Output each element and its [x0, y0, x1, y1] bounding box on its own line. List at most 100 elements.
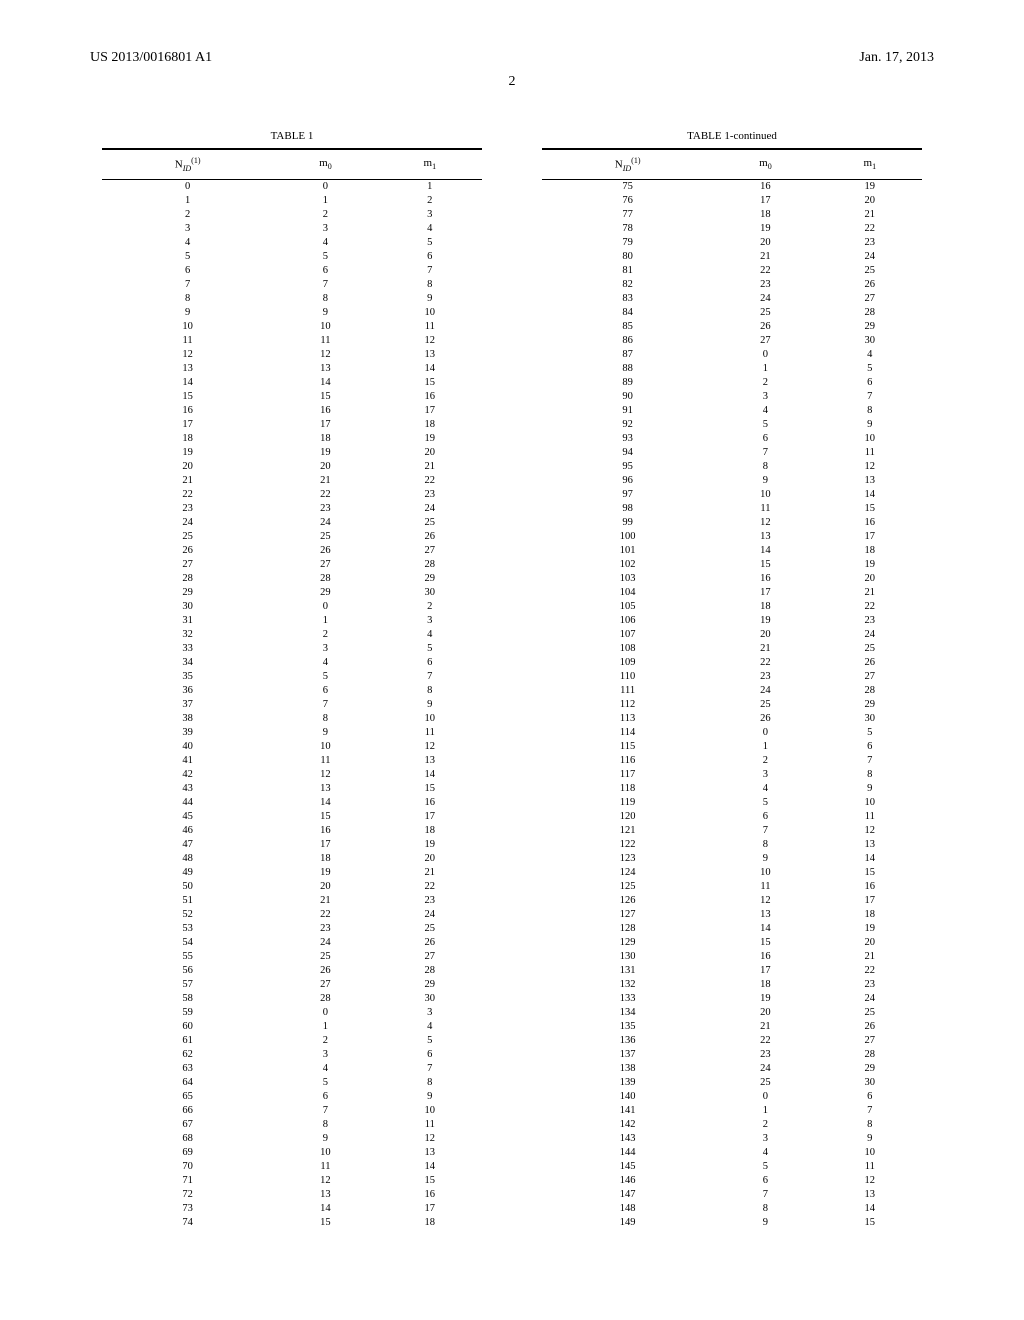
table-cell: 27: [102, 558, 273, 572]
table-cell: 10: [818, 796, 922, 810]
table-cell: 4: [378, 1020, 482, 1034]
table-cell: 56: [102, 964, 273, 978]
table-cell: 20: [273, 460, 377, 474]
table-row: 889: [102, 292, 482, 306]
table-cell: 6: [102, 264, 273, 278]
table-cell: 71: [102, 1174, 273, 1188]
table-cell: 17: [102, 418, 273, 432]
table-cell: 27: [818, 292, 922, 306]
table-cell: 25: [273, 530, 377, 544]
table-cell: 10: [713, 488, 817, 502]
table-row: 11849: [542, 782, 922, 796]
table-cell: 140: [542, 1090, 713, 1104]
table-cell: 108: [542, 642, 713, 656]
table-cell: 7: [273, 698, 377, 712]
table-cell: 61: [102, 1034, 273, 1048]
table-cell: 18: [378, 418, 482, 432]
table-cell: 18: [102, 432, 273, 446]
table-cell: 30: [378, 992, 482, 1006]
table-cell: 6: [273, 1090, 377, 1104]
table-cell: 11: [818, 446, 922, 460]
table-cell: 6: [273, 684, 377, 698]
table-row: 701114: [102, 1160, 482, 1174]
table-cell: 123: [542, 852, 713, 866]
table-cell: 68: [102, 1132, 273, 1146]
table-cell: 29: [102, 586, 273, 600]
table-row: 1031620: [542, 572, 922, 586]
table-row: 93610: [542, 432, 922, 446]
table-row: 991216: [542, 516, 922, 530]
table-cell: 5: [273, 670, 377, 684]
table-cell: 3: [378, 614, 482, 628]
table-cell: 9: [713, 474, 817, 488]
table-cell: 133: [542, 992, 713, 1006]
table-cell: 7: [273, 1104, 377, 1118]
page-number: 2: [90, 74, 934, 90]
table-cell: 2: [378, 194, 482, 208]
table-cell: 28: [273, 572, 377, 586]
table-cell: 47: [102, 838, 273, 852]
table-cell: 4: [102, 236, 273, 250]
table-cell: 29: [273, 586, 377, 600]
table-cell: 60: [102, 1020, 273, 1034]
table-row: 852629: [542, 320, 922, 334]
table-cell: 21: [713, 1020, 817, 1034]
table-cell: 17: [818, 894, 922, 908]
table-cell: 1: [102, 194, 273, 208]
table-row: 445: [102, 236, 482, 250]
table-cell: 81: [542, 264, 713, 278]
table-row: 6458: [102, 1076, 482, 1090]
table-cell: 15: [818, 502, 922, 516]
col-header-nid: NID(1): [102, 149, 273, 179]
table-cell: 22: [818, 600, 922, 614]
table-cell: 0: [713, 726, 817, 740]
table-cell: 18: [818, 544, 922, 558]
table-cell: 16: [818, 516, 922, 530]
table-cell: 4: [273, 1062, 377, 1076]
table-cell: 1: [713, 362, 817, 376]
table-cell: 106: [542, 614, 713, 628]
table-cell: 19: [378, 838, 482, 852]
table-row: 121712: [542, 824, 922, 838]
table-row: 14006: [542, 1090, 922, 1104]
table-cell: 44: [102, 796, 273, 810]
table-row: 1301621: [542, 950, 922, 964]
table-cell: 18: [273, 432, 377, 446]
table-cell: 16: [818, 880, 922, 894]
table-cell: 28: [378, 558, 482, 572]
table-cell: 30: [818, 712, 922, 726]
table-cell: 12: [378, 334, 482, 348]
table-cell: 120: [542, 810, 713, 824]
table-row: 6236: [102, 1048, 482, 1062]
table-cell: 10: [273, 1146, 377, 1160]
table-cell: 3: [273, 1048, 377, 1062]
col-header-nid: NID(1): [542, 149, 713, 179]
table-row: 66710: [102, 1104, 482, 1118]
table-row: 94711: [542, 446, 922, 460]
table-cell: 58: [102, 992, 273, 1006]
table-cell: 24: [378, 908, 482, 922]
table-cell: 5: [378, 1034, 482, 1048]
table-cell: 22: [818, 222, 922, 236]
table-row: 14228: [542, 1118, 922, 1132]
table-cell: 25: [818, 642, 922, 656]
page-header: US 2013/0016801 A1 Jan. 17, 2013: [90, 50, 934, 66]
table-cell: 92: [542, 418, 713, 432]
table-row: 1372328: [542, 1048, 922, 1062]
table-cell: 13: [378, 348, 482, 362]
table-cell: 54: [102, 936, 273, 950]
table-cell: 111: [542, 684, 713, 698]
table-cell: 117: [542, 768, 713, 782]
table-cell: 26: [818, 1020, 922, 1034]
table-row: 202021: [102, 460, 482, 474]
table-cell: 22: [713, 1034, 817, 1048]
table-cell: 9: [818, 418, 922, 432]
table-cell: 18: [713, 978, 817, 992]
table-cell: 57: [102, 978, 273, 992]
table-cell: 29: [378, 572, 482, 586]
table-cell: 7: [273, 278, 377, 292]
table-cell: 33: [102, 642, 273, 656]
table-cell: 17: [818, 530, 922, 544]
table-cell: 8: [273, 292, 377, 306]
table-cell: 86: [542, 334, 713, 348]
